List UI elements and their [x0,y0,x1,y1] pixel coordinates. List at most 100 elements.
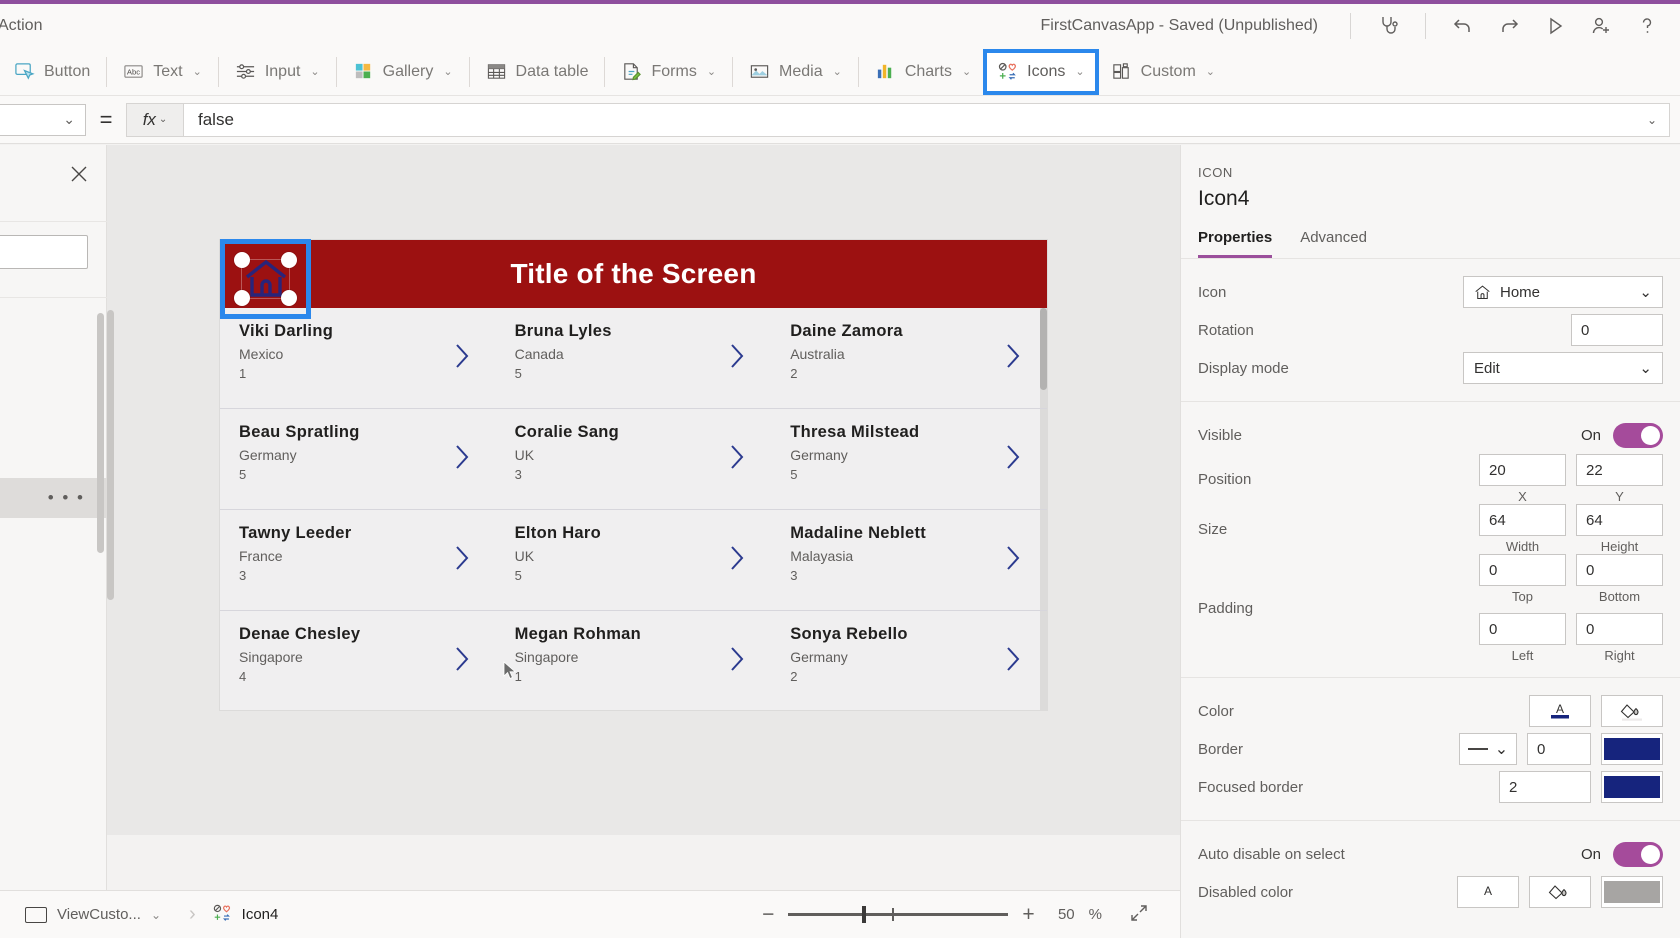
gallery-item[interactable]: Coralie Sang UK 3 [496,409,772,510]
padding-left-input[interactable]: 0 [1479,613,1566,645]
redo-icon[interactable] [1486,6,1532,46]
zoom-in-button[interactable]: + [1022,903,1034,927]
fx-button[interactable]: fx ⌄ [126,102,184,137]
chevron-right-icon[interactable] [1003,442,1023,472]
undo-icon[interactable] [1440,6,1486,46]
ribbon-item-custom[interactable]: Custom ⌄ [1099,52,1227,92]
zoom-out-button[interactable]: − [762,903,774,927]
breadcrumb-screen[interactable]: ViewCusto... [57,906,141,923]
gallery-item[interactable]: Thresa Milstead Germany 5 [771,409,1047,510]
resize-handle-bottom-left[interactable] [234,290,250,306]
chevron-right-icon[interactable] [727,341,747,371]
chevron-right-icon[interactable] [727,543,747,573]
border-style-dropdown[interactable]: ⌄ [1459,733,1517,765]
app-checker-icon[interactable] [1365,6,1411,46]
chevron-right-icon[interactable] [1003,644,1023,674]
property-selector[interactable]: ⌄ [0,103,86,136]
gallery-item[interactable]: Viki Darling Mexico 1 [220,308,496,409]
chevron-right-icon[interactable] [452,442,472,472]
selected-icon-control[interactable] [220,239,311,319]
tree-search-input[interactable] [0,235,88,269]
tab-advanced[interactable]: Advanced [1300,229,1367,258]
gallery-item[interactable]: Sonya Rebello Germany 2 [771,611,1047,710]
ribbon-item-button[interactable]: Button [2,52,102,92]
size-width-input[interactable]: 64 [1479,504,1566,536]
chevron-right-icon[interactable] [452,341,472,371]
fit-to-screen-icon[interactable] [1128,902,1150,928]
gallery-control[interactable]: Viki Darling Mexico 1 Bruna Lyles Canada… [220,308,1047,710]
ribbon-item-text[interactable]: Abc Text ⌄ [111,52,214,92]
action-menu[interactable]: Action [0,17,42,35]
chevron-right-icon[interactable] [452,644,472,674]
disabled-text-color-button[interactable]: A [1457,876,1519,908]
border-width-input[interactable]: 0 [1527,733,1591,765]
padding-bottom-input[interactable]: 0 [1576,554,1663,586]
chevron-right-icon[interactable] [727,644,747,674]
gallery-item[interactable]: Daine Zamora Australia 2 [771,308,1047,409]
gallery-item[interactable]: Tawny Leeder France 3 [220,510,496,611]
position-y-input[interactable]: 22 [1576,454,1663,486]
chevron-down-icon: ⌄ [192,66,202,78]
tab-properties[interactable]: Properties [1198,229,1273,258]
visible-toggle[interactable] [1613,422,1663,448]
resize-handle-bottom-right[interactable] [281,290,297,306]
chevron-right-icon[interactable] [452,543,472,573]
canvas-scrollbar[interactable] [107,310,114,600]
ribbon-item-charts[interactable]: Charts ⌄ [863,52,983,92]
auto-disable-state-label: On [1580,845,1601,863]
focused-border-color-button[interactable] [1601,771,1663,803]
position-y-value: 22 [1586,461,1603,479]
help-icon[interactable] [1624,6,1670,46]
ribbon-item-media[interactable]: Media ⌄ [737,52,854,92]
display-mode-dropdown[interactable]: Edit ⌄ [1463,352,1663,384]
tree-scrollbar[interactable] [97,313,104,553]
chevron-right-icon[interactable] [727,442,747,472]
gallery-item[interactable]: Denae Chesley Singapore 4 [220,611,496,710]
ribbon-item-forms[interactable]: Forms ⌄ [609,52,728,92]
focused-border-width-input[interactable]: 2 [1499,771,1591,803]
icon-dropdown[interactable]: Home ⌄ [1463,276,1663,308]
gallery-item[interactable]: Elton Haro UK 5 [496,510,772,611]
chevron-right-icon[interactable] [1003,543,1023,573]
position-x-input[interactable]: 20 [1479,454,1566,486]
breadcrumb-control[interactable]: Icon4 [242,906,279,923]
ribbon-item-data-table[interactable]: Data table [474,52,601,92]
padding-right-input[interactable]: 0 [1576,613,1663,645]
focused-border-color-swatch [1604,776,1660,798]
disabled-color-button[interactable] [1601,876,1663,908]
fill-color-button[interactable] [1601,695,1663,727]
row-disabled-color: Disabled color A [1181,873,1680,911]
formula-input[interactable]: false ⌄ [184,102,1670,137]
chevron-down-icon[interactable]: ⌄ [1647,113,1669,127]
gallery-item[interactable]: Madaline Neblett Malayasia 3 [771,510,1047,611]
canvas-area[interactable]: Title of the Screen Viki Darling Mexico … [107,145,1180,835]
text-color-button[interactable]: A [1529,695,1591,727]
resize-handle-top-left[interactable] [234,252,250,268]
ribbon-item-gallery[interactable]: Gallery ⌄ [341,52,465,92]
close-icon[interactable] [68,163,90,185]
zoom-slider-thumb[interactable] [862,906,867,923]
gallery-item[interactable]: Megan Rohman Singapore 1 [496,611,772,710]
gallery-item[interactable]: Bruna Lyles Canada 5 [496,308,772,409]
size-height-input[interactable]: 64 [1576,504,1663,536]
zoom-slider[interactable] [788,906,1009,923]
gallery-item[interactable]: Beau Spratling Germany 5 [220,409,496,510]
resize-handle-top-right[interactable] [281,252,297,268]
share-icon[interactable] [1578,6,1624,46]
gallery-scrollbar[interactable] [1040,308,1047,390]
rotation-input[interactable]: 0 [1571,314,1663,346]
ribbon-item-icons[interactable]: Icons ⌄ [983,48,1099,95]
app-screen-preview[interactable]: Title of the Screen Viki Darling Mexico … [220,239,1047,710]
border-color-button[interactable] [1601,733,1663,765]
preview-icon[interactable] [1532,6,1578,46]
padding-top-input[interactable]: 0 [1479,554,1566,586]
tree-item-selected[interactable]: • • • [0,478,107,518]
overflow-menu-icon[interactable]: • • • [48,489,85,506]
auto-disable-toggle[interactable] [1613,841,1663,867]
ribbon-item-input[interactable]: Input ⌄ [223,52,332,92]
chevron-right-icon[interactable] [1003,341,1023,371]
label-color: Color [1198,702,1234,720]
chevron-down-icon[interactable]: ⌄ [151,908,161,922]
divider [0,221,107,222]
disabled-fill-color-button[interactable] [1529,876,1591,908]
